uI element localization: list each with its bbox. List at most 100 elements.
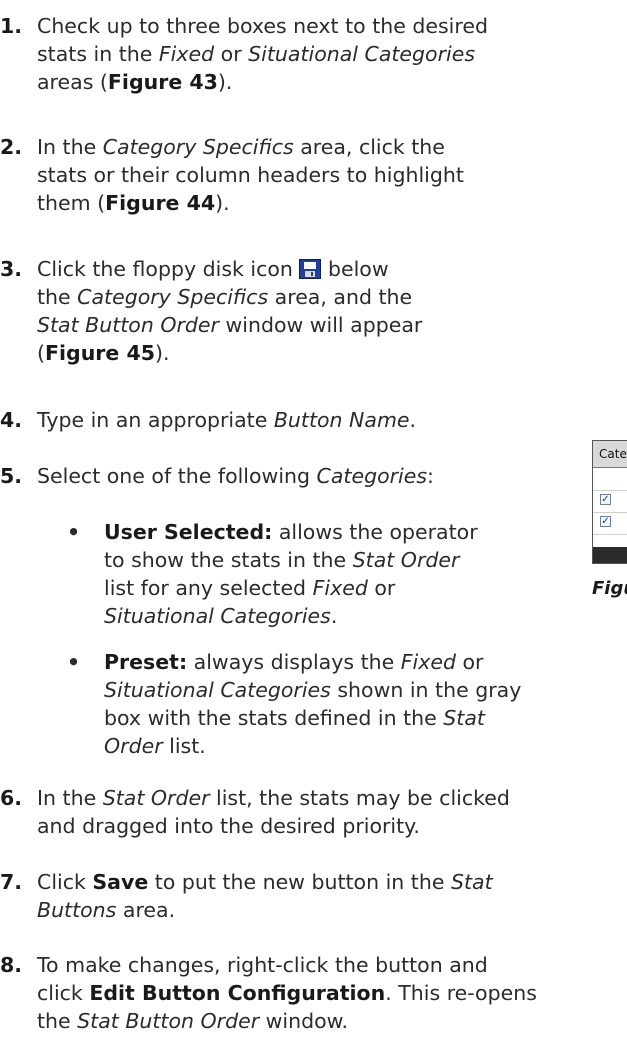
checkbox-checked[interactable]: ✓	[600, 516, 611, 527]
step-text: In the Category Specifics area, click th…	[37, 133, 464, 217]
text-run: allows the operator	[272, 520, 478, 544]
text-run: or	[456, 650, 484, 674]
italic-term: Category Specifics	[77, 285, 269, 309]
text-line: Buttons area.	[37, 896, 493, 924]
bold-term: Figure 44	[105, 191, 216, 215]
text-line: Type in an appropriate Button Name.	[37, 406, 416, 434]
bold-term: Edit Button Configuration	[89, 981, 386, 1005]
text-run: area, click the	[293, 135, 445, 159]
bold-term: Save	[92, 870, 149, 894]
text-run: click	[37, 981, 90, 1005]
text-run: Select one of the following	[37, 464, 317, 488]
text-run: or	[214, 42, 249, 66]
text-run: area.	[116, 898, 176, 922]
bullet-dot: •	[67, 520, 81, 544]
bold-term: Preset:	[104, 650, 188, 674]
text-run: the	[37, 1009, 78, 1033]
italic-term: Stat	[450, 870, 493, 894]
italic-term: Button Name	[273, 408, 410, 432]
italic-term: Situational Categories	[104, 678, 331, 702]
text-line: box with the stats defined in the Stat	[104, 704, 521, 732]
text-line: Stat Button Order window will appear	[37, 311, 422, 339]
text-line: the Stat Button Order window.	[37, 1007, 537, 1035]
italic-term: Stat Order	[102, 786, 210, 810]
text-line: Order list.	[104, 732, 521, 760]
text-line: Check up to three boxes next to the desi…	[37, 12, 488, 40]
text-run: shown in the gray	[330, 678, 522, 702]
step-text: Type in an appropriate Button Name.	[37, 406, 416, 434]
text-run: Click the floppy disk icon	[37, 257, 300, 281]
text-run: list.	[162, 734, 206, 758]
figure-row-1: ✓	[593, 490, 627, 513]
text-run: To make changes, right-click the button …	[37, 953, 488, 977]
text-run: :	[427, 464, 434, 488]
text-run: stats in the	[37, 42, 159, 66]
text-run: Check up to three boxes next to the desi…	[37, 14, 488, 38]
step-number: 1.	[0, 14, 23, 38]
text-run: ).	[215, 191, 230, 215]
bold-term: Figure 43	[107, 70, 218, 94]
text-line: Preset: always displays the Fixed or	[104, 648, 521, 676]
figure-row-empty	[593, 468, 627, 491]
text-run: .	[409, 408, 417, 432]
step-text: Click the floppy disk icon below the Cate…	[37, 255, 422, 367]
text-run: (	[37, 341, 45, 365]
text-line: In the Stat Order list, the stats may be…	[37, 784, 510, 812]
checkbox-checked[interactable]: ✓	[600, 494, 611, 505]
text-run: window will appear	[218, 313, 423, 337]
text-line: list for any selected Fixed or	[104, 574, 478, 602]
italic-term: Stat Button Order	[37, 313, 219, 337]
step-text: To make changes, right-click the button …	[37, 951, 537, 1035]
text-run: Click	[37, 870, 93, 894]
italic-term: Order	[104, 734, 163, 758]
text-line: (Figure 45).	[37, 339, 422, 367]
text-run: and dragged into the desired priority.	[37, 814, 420, 838]
bold-term: Figure 45	[45, 341, 155, 365]
step-number: 4.	[0, 408, 23, 432]
figure-caption: Figu	[592, 578, 627, 599]
step-text: In the Stat Order list, the stats may be…	[37, 784, 510, 840]
floppy-disk-icon	[299, 259, 322, 279]
text-line: Click Save to put the new button in the …	[37, 868, 493, 896]
italic-term: Stat	[443, 706, 485, 730]
text-line: User Selected: allows the operator	[104, 518, 478, 546]
step-number: 7.	[0, 870, 23, 894]
text-run: always displays the	[187, 650, 401, 674]
bullet-text: User Selected: allows the operator to sho…	[104, 518, 478, 630]
italic-term: Situational Categories	[104, 604, 331, 628]
text-run: the	[37, 285, 78, 309]
text-line: stats or their column headers to highlig…	[37, 161, 464, 189]
bold-term: User Selected:	[104, 520, 273, 544]
text-line: Click the floppy disk icon below	[37, 255, 422, 283]
italic-term: Stat Button Order	[77, 1009, 260, 1033]
text-line: Situational Categories shown in the gray	[104, 676, 521, 704]
step-number: 2.	[0, 135, 23, 159]
text-run: . This re-opens	[385, 981, 537, 1005]
bullet-dot: •	[67, 650, 81, 674]
text-run: stats or their column headers to highlig…	[37, 163, 464, 187]
step-number: 8.	[0, 953, 23, 977]
bullet-text: Preset: always displays the Fixed or Situ…	[104, 648, 521, 760]
step-number: 3.	[0, 257, 23, 281]
step-text: Click Save to put the new button in the …	[37, 868, 493, 924]
text-run: In the	[37, 135, 103, 159]
figure-footer	[593, 547, 627, 563]
text-run: list for any selected	[104, 576, 313, 600]
text-line: Select one of the following Categories:	[37, 462, 434, 490]
figure-thumbnail: Cate ✓ ✓	[592, 440, 627, 564]
step-text: Select one of the following Categories:	[37, 462, 434, 490]
text-line: areas (Figure 43).	[37, 68, 488, 96]
text-line: and dragged into the desired priority.	[37, 812, 510, 840]
figure-row-2: ✓	[593, 512, 627, 535]
figure-header: Cate	[593, 441, 627, 468]
text-line: the Category Specifics area, and the	[37, 283, 422, 311]
italic-term: Fixed	[312, 576, 368, 600]
italic-term: Fixed	[158, 42, 215, 66]
text-run: box with the stats defined in the	[104, 706, 444, 730]
text-line: stats in the Fixed or Situational Catego…	[37, 40, 488, 68]
text-run: ).	[154, 341, 170, 365]
text-line: Situational Categories.	[104, 602, 478, 630]
text-run: In the	[37, 786, 103, 810]
text-line: to show the stats in the Stat Order	[104, 546, 478, 574]
text-run: Type in an appropriate	[37, 408, 274, 432]
